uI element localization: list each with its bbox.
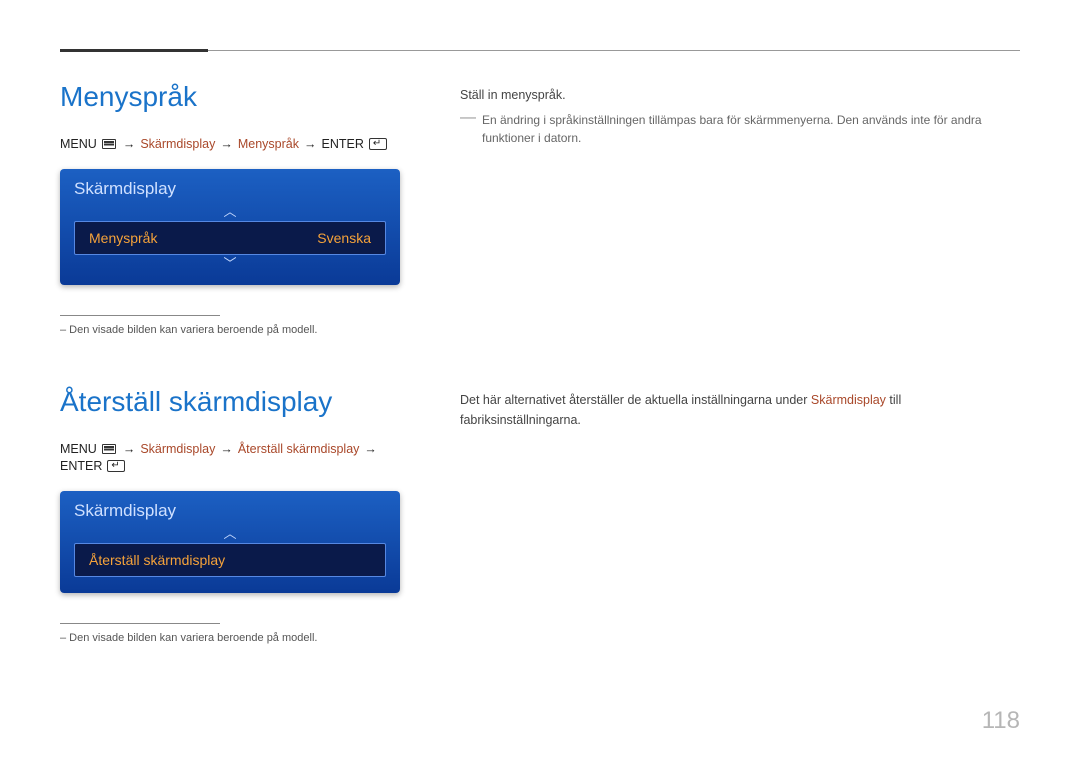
- osd-menu-item-menysprak[interactable]: Menyspråk Svenska: [74, 221, 386, 255]
- note-dash-icon: ―: [460, 111, 476, 147]
- section-aterstall: Återställ skärmdisplay MENU → Skärmdispl…: [60, 386, 1020, 644]
- osd-menu-title: Skärmdisplay: [74, 501, 386, 521]
- section-title: Återställ skärmdisplay: [60, 386, 400, 418]
- osd-menu-title: Skärmdisplay: [74, 179, 386, 199]
- enter-icon: [107, 460, 125, 472]
- breadcrumb-item: Menyspråk: [238, 137, 299, 151]
- page-number: 118: [982, 707, 1020, 735]
- breadcrumb: MENU → Skärmdisplay → Menyspråk → ENTER: [60, 137, 400, 151]
- header-accent: [60, 49, 208, 52]
- menu-icon: [102, 444, 116, 454]
- menu-icon: [102, 139, 116, 149]
- breadcrumb-arrow: →: [364, 442, 377, 456]
- osd-item-label: Återställ skärmdisplay: [89, 552, 225, 568]
- osd-menu-item-aterstall[interactable]: Återställ skärmdisplay: [74, 543, 386, 577]
- description-text: Det här alternativet återställer de aktu…: [460, 390, 1020, 430]
- breadcrumb-arrow: →: [123, 137, 136, 151]
- enter-icon: [369, 138, 387, 150]
- breadcrumb-arrow: →: [220, 137, 233, 151]
- osd-item-label: Menyspråk: [89, 230, 157, 246]
- breadcrumb-arrow: →: [123, 442, 136, 456]
- chevron-up-icon[interactable]: ︿: [74, 205, 386, 219]
- chevron-up-icon[interactable]: ︿: [74, 527, 386, 541]
- breadcrumb: MENU → Skärmdisplay → Återställ skärmdis…: [60, 442, 400, 473]
- footnote-text: – Den visade bilden kan variera beroende…: [60, 632, 400, 644]
- breadcrumb-enter-label: ENTER: [321, 137, 363, 151]
- chevron-down-icon[interactable]: ﹀: [74, 257, 386, 271]
- footnote-rule: [60, 623, 220, 624]
- breadcrumb-item: Skärmdisplay: [140, 137, 215, 151]
- section-title: Menyspråk: [60, 81, 400, 113]
- description-part: Det här alternativet återställer de aktu…: [460, 393, 811, 407]
- osd-menu-card: Skärmdisplay ︿ Återställ skärmdisplay: [60, 491, 400, 593]
- breadcrumb-menu-label: MENU: [60, 442, 97, 456]
- description-intro: Ställ in menyspråk.: [460, 85, 1020, 105]
- osd-item-value: Svenska: [317, 230, 371, 246]
- breadcrumb-item: Skärmdisplay: [140, 442, 215, 456]
- breadcrumb-arrow: →: [304, 137, 317, 151]
- osd-menu-card: Skärmdisplay ︿ Menyspråk Svenska ﹀: [60, 169, 400, 285]
- breadcrumb-enter-label: ENTER: [60, 459, 102, 473]
- breadcrumb-item: Återställ skärmdisplay: [238, 442, 360, 456]
- breadcrumb-arrow: →: [220, 442, 233, 456]
- footnote-text: – Den visade bilden kan variera beroende…: [60, 324, 400, 336]
- description-note: En ändring i språkinställningen tillämpa…: [482, 111, 1020, 147]
- breadcrumb-menu-label: MENU: [60, 137, 97, 151]
- description-highlight: Skärmdisplay: [811, 393, 886, 407]
- page-header-rule: [60, 50, 1020, 51]
- footnote-rule: [60, 315, 220, 316]
- section-menysprak: Menyspråk MENU → Skärmdisplay → Menysprå…: [60, 81, 1020, 336]
